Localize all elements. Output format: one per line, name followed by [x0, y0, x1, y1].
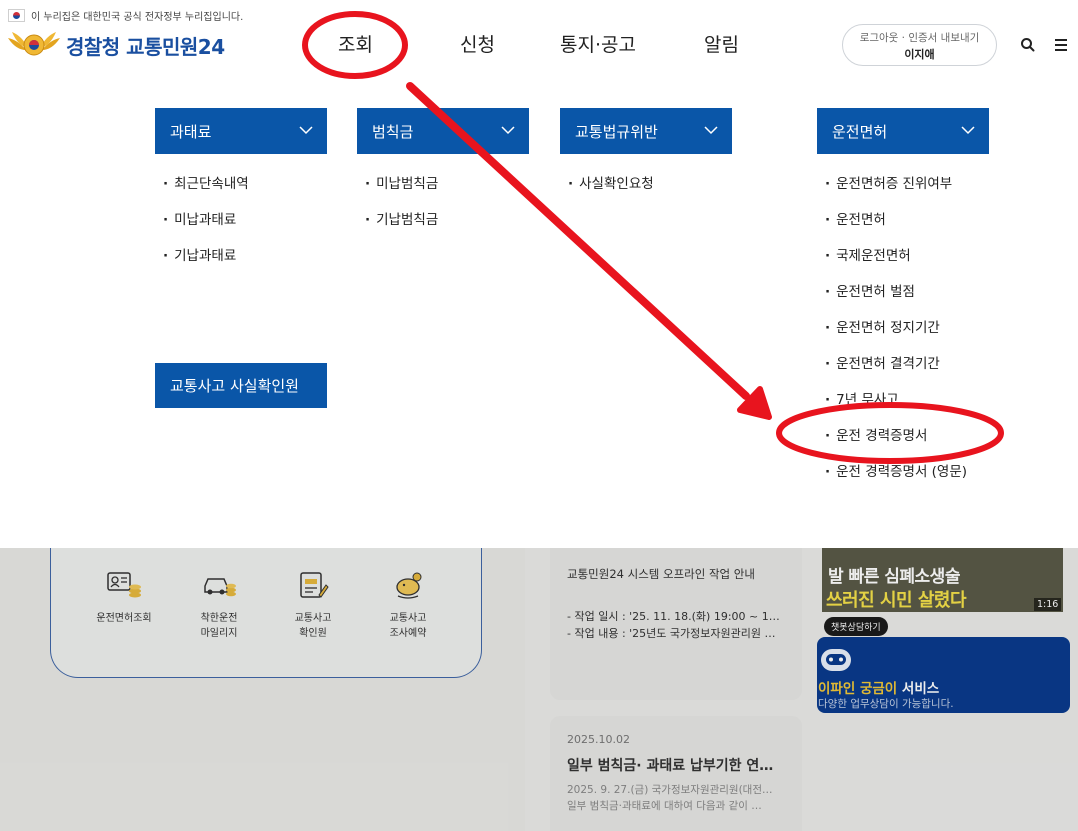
news-body: 2025. 9. 27.(금) 국가정보자원관리원(대전…	[567, 784, 773, 796]
news-body: 일부 범칙금·과태료에 대하여 다음과 같이 …	[567, 800, 762, 812]
menu-category-penalties[interactable]: 범칙금	[357, 108, 529, 154]
license-icon	[107, 572, 141, 598]
news-date: 2025.10.02	[567, 733, 630, 746]
chatbot-title-rest: 서비스	[897, 681, 940, 697]
notice-title[interactable]: 교통민원24 시스템 오프라인 작업 안내	[567, 566, 755, 582]
search-icon[interactable]	[1019, 36, 1037, 54]
service-accident-certificate[interactable]: 교통사고 확인원	[273, 570, 353, 641]
service-label: 교통사고	[294, 613, 332, 624]
service-label-2: 조사예약	[389, 628, 427, 639]
document-pen-icon	[300, 572, 329, 598]
category-label: 과태료	[170, 122, 212, 141]
service-label: 착한운전	[200, 613, 238, 624]
police-emblem-icon	[8, 32, 60, 56]
menu-item-fact-check-request[interactable]: 사실확인요청	[568, 172, 654, 192]
nav-alerts[interactable]: 알림	[704, 30, 739, 60]
menu-category-violations[interactable]: 교통법규위반	[560, 108, 732, 154]
piggy-bank-icon	[396, 572, 422, 599]
menu-item-unpaid-fines[interactable]: 미납과태료	[163, 208, 236, 228]
korea-flag-icon	[8, 8, 25, 22]
chatbot-robot-icon	[821, 649, 851, 671]
category-label: 범칙금	[372, 122, 414, 141]
video-caption: 발 빠른 심폐소생술	[828, 567, 960, 587]
menu-item-suspension-period[interactable]: 운전면허 정지기간	[825, 316, 940, 336]
menu-item-driving-record-certificate[interactable]: 운전 경력증명서	[825, 424, 927, 444]
gov-notice-bar: 이 누리집은 대한민국 공식 전자정부 누리집입니다.	[8, 7, 243, 23]
notice-line: - 작업 일시 : '25. 11. 18.(화) 19:00 ~ 11. 1…	[567, 610, 785, 623]
menu-item-paid-fines[interactable]: 기납과태료	[163, 244, 236, 264]
video-caption-highlight: 쓰러진 시민 살렸다	[826, 590, 967, 611]
nav-notice[interactable]: 통지·공고	[560, 30, 636, 60]
menu-item-unpaid-penalties[interactable]: 미납범칙금	[365, 172, 438, 192]
nav-apply[interactable]: 신청	[460, 30, 495, 60]
gov-notice-text: 이 누리집은 대한민국 공식 전자정부 누리집입니다.	[31, 11, 244, 23]
site-logo[interactable]: 경찰청 교통민원24	[6, 28, 225, 62]
accident-fact-certificate-button[interactable]: 교통사고 사실확인원	[155, 363, 327, 408]
car-coins-icon	[204, 578, 236, 597]
menu-item-license[interactable]: 운전면허	[825, 208, 886, 228]
service-label: 운전면허조회	[96, 613, 152, 624]
logo-service: 교통민원24	[126, 34, 225, 59]
menu-category-fines[interactable]: 과태료	[155, 108, 327, 154]
chevron-down-icon	[704, 126, 718, 135]
chevron-down-icon	[299, 126, 313, 135]
nav-inquiry[interactable]: 조회	[338, 30, 373, 60]
service-label-2: 확인원	[299, 628, 327, 639]
category-label: 운전면허	[832, 122, 888, 141]
menu-item-7yr-accident-free[interactable]: 7년 무사고	[825, 388, 899, 408]
service-accident-reservation[interactable]: 교통사고 조사예약	[368, 570, 448, 641]
service-label-2: 마일리지	[200, 628, 238, 639]
service-license-lookup[interactable]: 운전면허조회	[84, 570, 164, 626]
menu-item-disqualification-period[interactable]: 운전면허 결격기간	[825, 352, 940, 372]
mega-menu-panel: 과태료 최근단속내역 미납과태료 기납과태료 범칙금 미납범칙금 기납범칙금 교…	[0, 80, 1078, 548]
menu-item-license-authenticity[interactable]: 운전면허증 진위여부	[825, 172, 952, 192]
menu-category-driver-license[interactable]: 운전면허	[817, 108, 989, 154]
logo-text: 경찰청 교통민원24	[66, 31, 225, 60]
news-title[interactable]: 일부 범칙금· 과태료 납부기한 연…	[567, 755, 777, 775]
category-label: 교통법규위반	[575, 122, 658, 141]
video-duration: 1:16	[1034, 598, 1062, 611]
logout-export-links[interactable]: 로그아웃 · 인증서 내보내기	[843, 30, 996, 45]
menu-item-license-points[interactable]: 운전면허 벌점	[825, 280, 915, 300]
menu-item-driving-record-certificate-en[interactable]: 운전 경력증명서 (영문)	[825, 460, 967, 480]
notice-line: - 작업 내용 : '25년도 국가정보자원관리원 …	[567, 627, 776, 640]
user-login-box[interactable]: 로그아웃 · 인증서 내보내기 이지애	[842, 24, 997, 66]
chevron-down-icon	[501, 126, 515, 135]
user-name: 이지애	[904, 48, 935, 61]
menu-item-international-license[interactable]: 국제운전면허	[825, 244, 911, 264]
logo-agency: 경찰청	[66, 34, 120, 59]
hamburger-menu-icon[interactable]	[1053, 36, 1069, 54]
chatbot-bubble[interactable]: 챗봇상담하기	[824, 617, 888, 636]
chatbot-description: 다양한 업무상담이 가능합니다.	[818, 698, 954, 710]
service-mileage[interactable]: 착한운전 마일리지	[179, 570, 259, 641]
chatbot-title-highlight: 이파인 궁금이	[818, 681, 898, 697]
chatbot-title: 이파인 궁금이 서비스	[818, 677, 939, 697]
service-label: 교통사고	[389, 613, 427, 624]
menu-item-paid-penalties[interactable]: 기납범칙금	[365, 208, 438, 228]
chevron-down-icon	[961, 126, 975, 135]
menu-item-recent-enforcement[interactable]: 최근단속내역	[163, 172, 249, 192]
